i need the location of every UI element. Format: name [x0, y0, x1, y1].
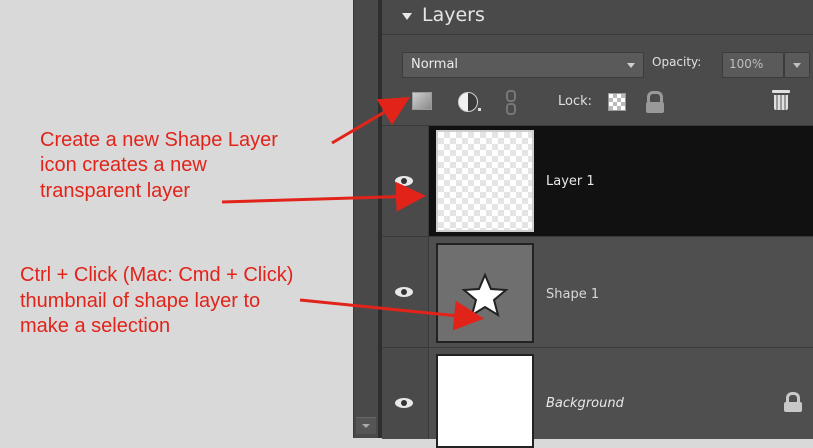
scroll-down-button[interactable] — [356, 417, 376, 434]
link-icon[interactable] — [506, 90, 516, 115]
adjustment-menu-indicator — [478, 108, 481, 111]
annotation-new-layer-line1: Create a new Shape Layer — [40, 129, 278, 151]
panel-title: Layers — [422, 4, 485, 26]
lock-icon — [784, 392, 802, 412]
chevron-down-icon — [362, 424, 370, 428]
layer-thumbnail[interactable] — [436, 243, 534, 343]
eye-icon[interactable] — [395, 287, 413, 297]
layer-name: Background — [546, 396, 624, 411]
canvas-area — [0, 0, 353, 438]
layers-panel: Layers Normal Opacity: 100% Lock: Layer … — [382, 0, 813, 448]
dropdown-arrow-icon — [793, 63, 801, 68]
star-icon — [461, 272, 509, 318]
collapse-triangle-icon[interactable] — [402, 13, 412, 20]
layer-row-background[interactable]: Background — [382, 347, 813, 448]
layer-thumbnail[interactable] — [436, 130, 534, 232]
panel-header[interactable]: Layers — [382, 0, 813, 35]
blend-mode-value: Normal — [411, 57, 459, 72]
dropdown-arrow-icon — [627, 63, 635, 68]
eye-icon[interactable] — [395, 398, 413, 408]
annotation-selection-line1: Ctrl + Click (Mac: Cmd + Click) — [20, 264, 294, 286]
lock-transparent-icon[interactable] — [608, 93, 626, 111]
trash-icon[interactable] — [772, 90, 790, 112]
lock-all-icon[interactable] — [646, 91, 664, 113]
layer-row-shape-1[interactable]: Shape 1 — [382, 236, 813, 347]
vertical-scrollbar[interactable] — [353, 0, 379, 438]
visibility-toggle[interactable] — [382, 237, 429, 347]
opacity-value: 100% — [729, 57, 764, 71]
layer-name: Layer 1 — [546, 174, 595, 189]
opacity-field[interactable]: 100% — [722, 52, 784, 78]
layer-name: Shape 1 — [546, 287, 600, 302]
layer-row-layer-1[interactable]: Layer 1 — [382, 125, 813, 236]
blend-mode-select[interactable]: Normal — [402, 52, 644, 78]
annotation-selection-line2: thumbnail of shape layer to — [20, 290, 261, 312]
opacity-dropdown-button[interactable] — [784, 52, 810, 78]
new-layer-icon[interactable] — [412, 92, 432, 110]
eye-icon[interactable] — [395, 176, 413, 186]
visibility-toggle[interactable] — [382, 348, 429, 439]
layer-thumbnail[interactable] — [436, 354, 534, 448]
lock-label: Lock: — [558, 94, 593, 109]
annotation-selection-line3: make a selection — [20, 315, 171, 337]
annotation-new-layer-line2: icon creates a new — [40, 154, 207, 176]
layers-toolbar: Lock: — [382, 84, 813, 124]
adjustment-layer-icon[interactable] — [458, 92, 478, 112]
annotation-new-layer-line3: transparent layer — [40, 180, 191, 202]
visibility-toggle[interactable] — [382, 126, 429, 236]
opacity-label: Opacity: — [652, 55, 702, 69]
